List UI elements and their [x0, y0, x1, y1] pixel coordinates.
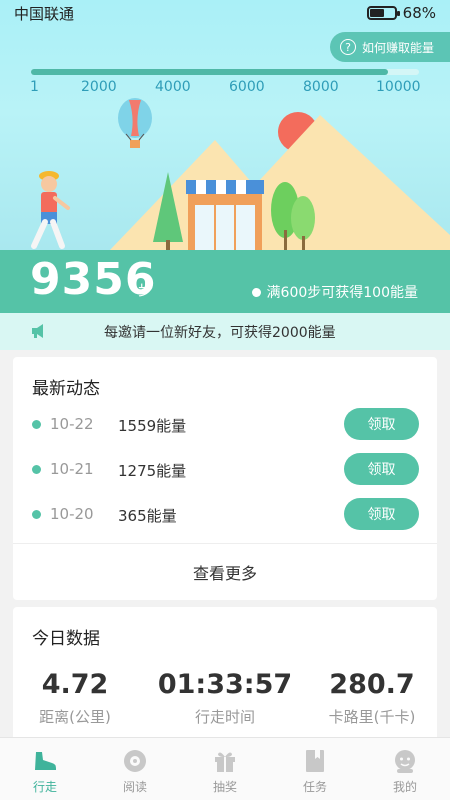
bottom-tab-bar: 行走 阅读 抽奖 任务 我的: [0, 737, 450, 800]
calorie-value: 280.7: [329, 669, 415, 700]
megaphone-icon: [32, 324, 43, 338]
battery-percent: 68%: [402, 4, 436, 22]
energy-rule-note: 满600步可获得100能量: [251, 282, 418, 302]
claim-button[interactable]: 领取: [344, 453, 419, 485]
steps-summary: 9356 步 满600步可获得100能量: [0, 250, 450, 313]
activity-row: 10-22 1559能量 领取: [13, 407, 437, 443]
walking-scene-illustration: [31, 98, 450, 250]
activity-row: 10-20 365能量 领取: [13, 497, 437, 533]
gift-icon: [215, 752, 235, 772]
walk-time-value: 01:33:57: [157, 669, 293, 700]
disc-icon: [124, 750, 146, 772]
walk-time-label: 行走时间: [194, 708, 255, 726]
step-unit: 步: [138, 281, 154, 299]
activity-energy: 365能量: [118, 507, 177, 525]
carrier-name: 中国联通: [14, 4, 75, 23]
tab-lottery[interactable]: 抽奖: [180, 738, 270, 800]
shoe-icon: [35, 752, 56, 770]
how-to-earn-label: 如何赚取能量: [362, 40, 435, 55]
battery-icon: [366, 6, 400, 20]
bullet-dot-icon: [32, 420, 41, 429]
tab-label: 我的: [392, 780, 417, 794]
book-icon: [306, 750, 324, 772]
tab-read[interactable]: 阅读: [90, 738, 180, 800]
invite-text: 每邀请一位新好友，可获得2000能量: [104, 325, 336, 341]
invite-banner[interactable]: 每邀请一位新好友，可获得2000能量: [0, 313, 450, 350]
bullet-dot-icon: [32, 510, 41, 519]
tab-profile[interactable]: 我的: [360, 738, 450, 800]
how-to-earn-button[interactable]: ? 如何赚取能量: [330, 32, 450, 62]
person-icon: [395, 750, 415, 773]
recent-activity-card: 最新动态 10-22 1559能量 领取 10-21 1275能量 领取 10-…: [13, 357, 437, 600]
tab-label: 抽奖: [212, 780, 237, 794]
activity-energy: 1275能量: [118, 462, 187, 480]
distance-stat: 4.72 距离(公里): [5, 669, 145, 727]
activity-date: 10-22: [50, 415, 94, 433]
status-bar: 中国联通 68%: [0, 0, 450, 26]
calorie-stat: 280.7 卡路里(千卡): [302, 669, 442, 727]
tab-tasks[interactable]: 任务: [270, 738, 360, 800]
walking-person-icon: [31, 171, 70, 249]
claim-button[interactable]: 领取: [344, 498, 419, 530]
distance-label: 距离(公里): [39, 708, 111, 726]
recent-activity-title: 最新动态: [32, 379, 100, 399]
step-progress-fill: [31, 69, 388, 75]
claim-button[interactable]: 领取: [344, 408, 419, 440]
tab-walk[interactable]: 行走: [0, 738, 90, 800]
tab-label: 行走: [32, 780, 57, 794]
hot-air-balloon-icon: [118, 98, 152, 148]
bullet-dot-icon: [32, 465, 41, 474]
distance-value: 4.72: [41, 669, 109, 700]
shop-icon: [186, 180, 264, 250]
tab-label: 任务: [302, 780, 327, 794]
question-icon: ?: [340, 39, 356, 55]
today-data-title: 今日数据: [32, 629, 100, 649]
activity-energy: 1559能量: [118, 417, 187, 435]
hero-banner: ? 如何赚取能量 1 2000 4000 6000 8000 10000: [0, 0, 450, 250]
step-progress-bar: [31, 69, 419, 75]
bullet-dot-icon: [251, 287, 261, 297]
activity-date: 10-21: [50, 460, 94, 478]
walk-time-stat: 01:33:57 行走时间: [155, 669, 295, 727]
view-more-button[interactable]: 查看更多: [13, 544, 437, 600]
activity-row: 10-21 1275能量 领取: [13, 452, 437, 488]
calorie-label: 卡路里(千卡): [328, 708, 416, 726]
energy-rule-text: 满600步可获得100能量: [266, 285, 418, 301]
activity-date: 10-20: [50, 505, 94, 523]
tab-label: 阅读: [122, 780, 147, 794]
